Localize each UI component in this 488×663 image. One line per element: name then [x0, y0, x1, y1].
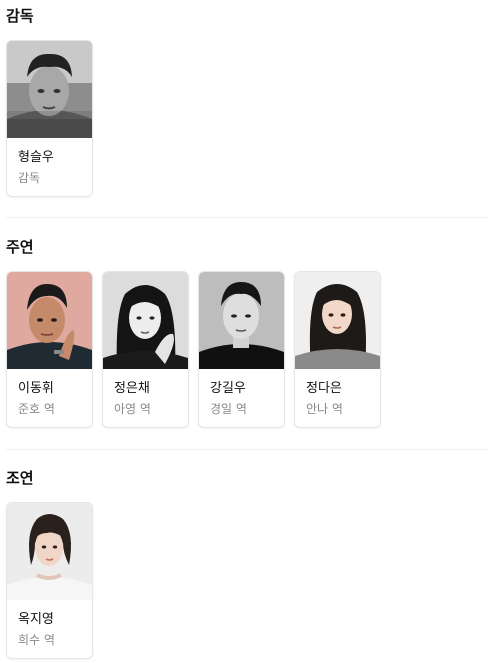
person-card[interactable]: 정은채 아영 역 [102, 271, 189, 428]
person-role: 준호 역 [18, 402, 55, 416]
profile-photo [7, 272, 92, 369]
profile-photo [295, 272, 380, 369]
profile-photo [199, 272, 284, 369]
section-title: 감독 [6, 7, 34, 25]
section-title: 주연 [6, 238, 34, 256]
people-list: 이동휘 준호 역 정은채 아영 역 강길우 경일 역 정다은 안나 역 [6, 271, 381, 428]
person-role: 희수 역 [18, 633, 55, 647]
people-list: 형슬우 감독 [6, 40, 93, 197]
person-role: 아영 역 [114, 402, 151, 416]
person-card[interactable]: 이동휘 준호 역 [6, 271, 93, 428]
person-name: 이동휘 [18, 381, 54, 396]
person-card[interactable]: 옥지영 희수 역 [6, 502, 93, 659]
person-name: 형슬우 [18, 150, 54, 165]
person-card[interactable]: 강길우 경일 역 [198, 271, 285, 428]
section-divider [6, 449, 488, 450]
profile-photo [7, 503, 92, 600]
section-divider [6, 217, 488, 218]
profile-photo [103, 272, 188, 369]
section-title: 조연 [6, 469, 34, 487]
person-name: 정은채 [114, 381, 150, 396]
person-role: 감독 [18, 171, 41, 185]
profile-photo [7, 41, 92, 138]
people-list: 옥지영 희수 역 [6, 502, 93, 659]
person-card[interactable]: 정다은 안나 역 [294, 271, 381, 428]
person-name: 옥지영 [18, 612, 54, 627]
person-name: 정다은 [306, 381, 342, 396]
cast-crew-page: 감독 형슬우 감독 주연 이동휘 준호 역 정은채 아영 역 강길우 경일 역 … [0, 0, 488, 663]
person-card[interactable]: 형슬우 감독 [6, 40, 93, 197]
person-role: 안나 역 [306, 402, 343, 416]
person-name: 강길우 [210, 381, 246, 396]
person-role: 경일 역 [210, 402, 247, 416]
